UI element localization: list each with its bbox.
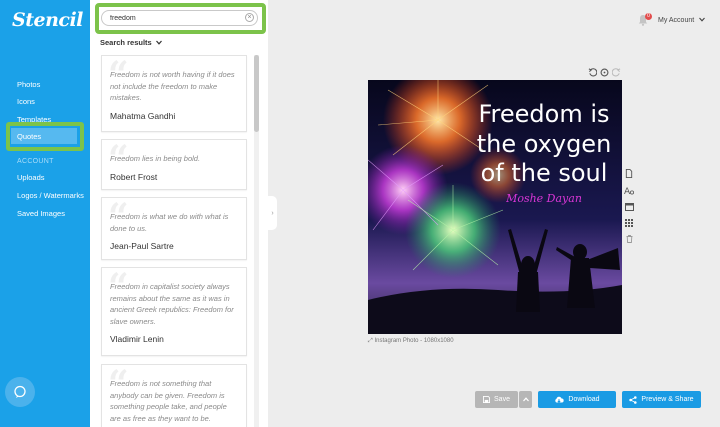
quote-card[interactable]: “ Freedom lies in being bold. Robert Fro…: [101, 139, 247, 190]
svg-text:A: A: [624, 187, 631, 195]
chevron-down-icon: [155, 40, 162, 45]
chevron-down-icon: [699, 17, 706, 22]
grid-icon[interactable]: [625, 219, 633, 227]
notification-badge: 0: [645, 13, 652, 20]
reset-icon[interactable]: [600, 68, 609, 77]
nav-section-account: ACCOUNT: [17, 158, 54, 165]
fireworks-image: Freedom is the oxygen of the soul Moshe …: [368, 80, 622, 334]
canvas-quote-author[interactable]: Moshe Dayan: [505, 192, 582, 205]
chat-button[interactable]: [5, 377, 35, 407]
redo-icon[interactable]: [612, 68, 621, 77]
collapse-panel-handle[interactable]: ›: [268, 196, 277, 230]
quote-card[interactable]: “ Freedom is what we do with what is don…: [101, 197, 247, 260]
canvas-quote-line[interactable]: the oxygen: [477, 130, 612, 158]
canvas-quote-line[interactable]: Freedom is: [478, 100, 609, 128]
nav-item-logos-watermarks[interactable]: Logos / Watermarks: [17, 191, 84, 200]
quote-text: Freedom is not something that anybody ca…: [110, 379, 227, 423]
scrollbar-thumb[interactable]: [254, 55, 259, 132]
history-controls: [588, 68, 621, 77]
save-label: Save: [494, 396, 510, 403]
save-button[interactable]: Save: [475, 391, 518, 408]
quote-text: Freedom in capitalist society always rem…: [110, 282, 234, 326]
share-icon: [629, 395, 638, 404]
nav-item-saved-images[interactable]: Saved Images: [17, 209, 65, 218]
account-menu[interactable]: My Account: [658, 17, 706, 24]
download-label: Download: [568, 396, 600, 403]
quote-author: Jean-Paul Sartre: [110, 241, 174, 251]
quote-text: Freedom lies in being bold.: [110, 154, 201, 163]
chevron-up-icon: [522, 397, 529, 402]
canvas-size-caption: ⤢ Instagram Photo - 1080x1080: [368, 338, 454, 345]
account-label: My Account: [658, 17, 695, 24]
save-options-button[interactable]: [519, 391, 532, 408]
nav-item-icons[interactable]: Icons: [17, 97, 35, 106]
trash-icon[interactable]: [626, 235, 633, 243]
text-icon[interactable]: A: [624, 186, 634, 195]
cloud-download-icon: [555, 396, 565, 403]
search-results-label[interactable]: Search results: [100, 38, 162, 47]
chat-icon: [14, 385, 26, 398]
design-canvas[interactable]: Freedom is the oxygen of the soul Moshe …: [368, 80, 622, 334]
undo-icon[interactable]: [588, 68, 597, 77]
expand-icon[interactable]: ⤢: [368, 338, 373, 344]
canvas-quote-line[interactable]: of the soul: [481, 159, 608, 187]
canvas-toolbar: A: [624, 169, 634, 243]
quote-author: Robert Frost: [110, 171, 158, 182]
frame-icon[interactable]: [624, 203, 634, 211]
search-results-text: Search results: [100, 38, 152, 47]
search-highlight: [95, 3, 266, 34]
quote-author: Vladimir Lenin: [110, 334, 164, 344]
quote-text: Freedom is what we do with what is done …: [110, 212, 229, 233]
quote-text: Freedom is not worth having if it does n…: [110, 70, 235, 102]
canvas-size-label: Instagram Photo - 1080x1080: [374, 338, 454, 344]
nav-item-photos[interactable]: Photos: [17, 80, 40, 89]
download-button[interactable]: Download: [538, 391, 616, 408]
page-icon[interactable]: [625, 169, 633, 178]
quote-card[interactable]: “ Freedom in capitalist society always r…: [101, 267, 247, 356]
app-logo[interactable]: Stencil: [12, 9, 83, 31]
preview-share-button[interactable]: Preview & Share: [622, 391, 701, 408]
save-icon: [483, 396, 491, 403]
quote-card[interactable]: “ Freedom is not worth having if it does…: [101, 55, 247, 132]
nav-item-uploads[interactable]: Uploads: [17, 173, 45, 182]
quote-card[interactable]: “ Freedom is not something that anybody …: [101, 364, 247, 427]
share-label: Preview & Share: [641, 396, 694, 403]
sidebar-nav: Stencil Photos Icons Templates Quotes AC…: [0, 0, 90, 427]
quote-author: Mahatma Gandhi: [110, 110, 176, 121]
quotes-highlight: [6, 122, 84, 151]
